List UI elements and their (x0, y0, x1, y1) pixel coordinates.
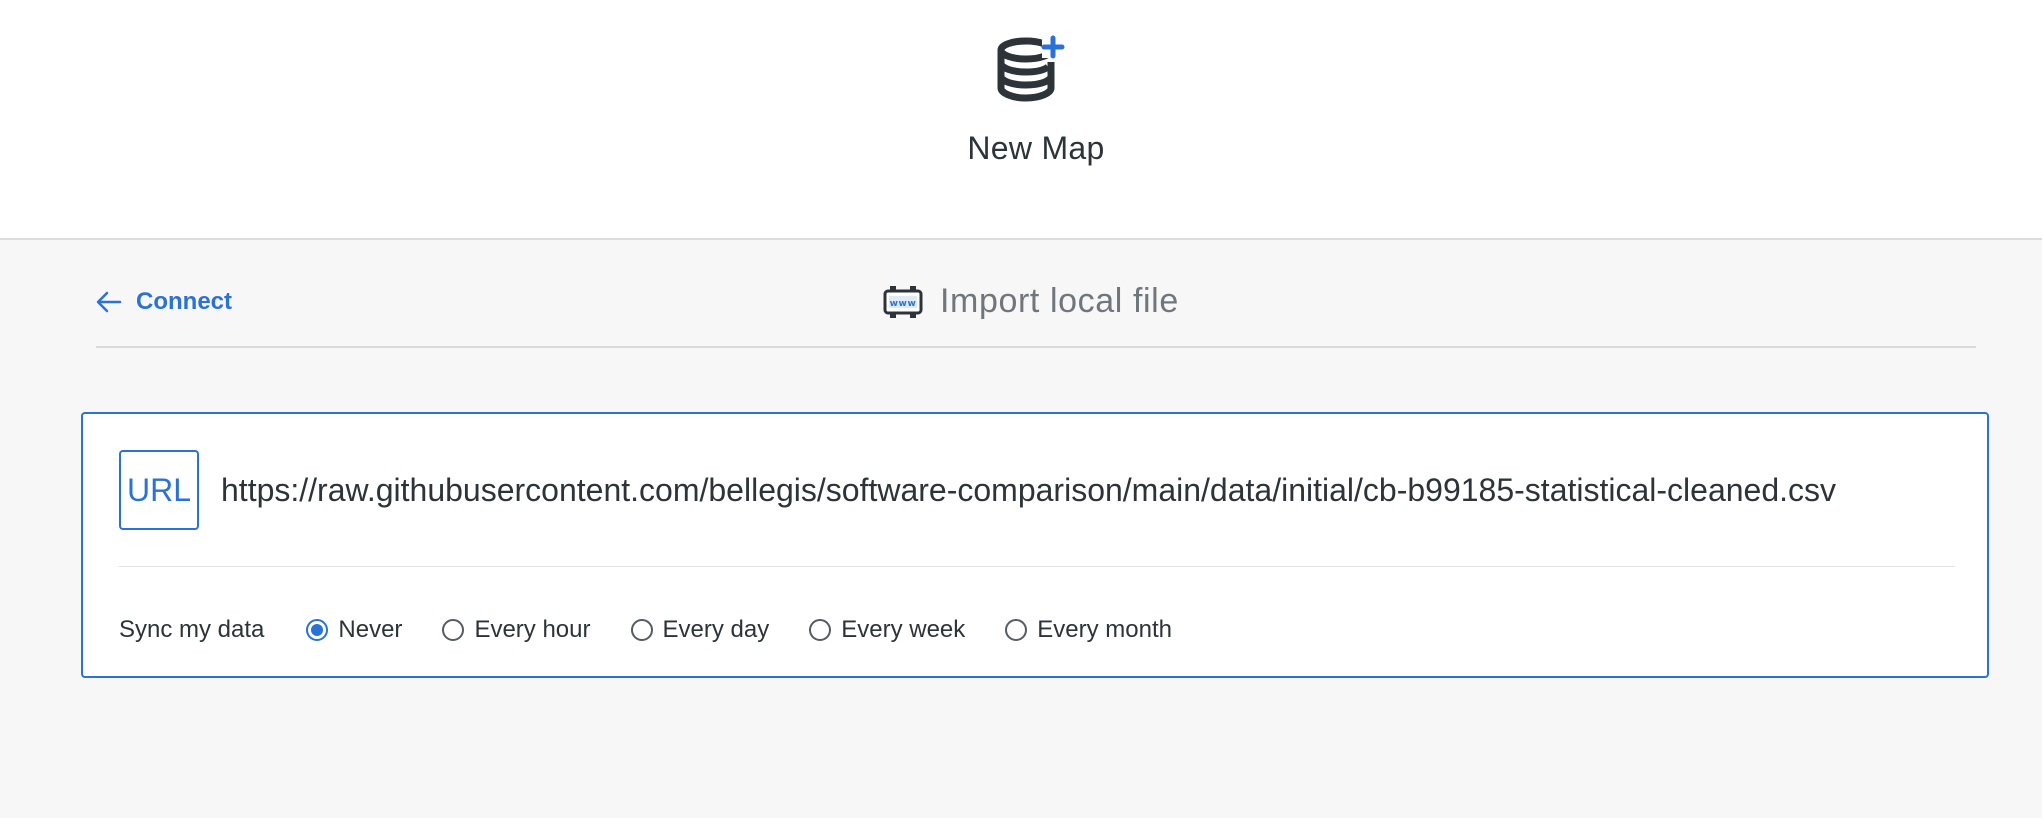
import-title: www Import local file (882, 282, 1179, 321)
radio-every-day[interactable] (630, 619, 653, 641)
radio-every-week[interactable] (809, 619, 832, 641)
back-link-label: Connect (136, 288, 232, 315)
subnav: Connect www Import local file (96, 270, 1976, 348)
radio-every-month-label: Every month (1037, 616, 1172, 643)
url-input[interactable]: https://raw.githubusercontent.com/belleg… (221, 464, 1955, 516)
radio-never-label: Never (338, 616, 403, 643)
sync-options: Sync my data Never Every hour Every day … (119, 610, 1212, 650)
svg-text:www: www (890, 299, 917, 309)
radio-every-hour[interactable] (442, 619, 465, 641)
sync-label: Sync my data (119, 616, 265, 643)
sync-option-every-day[interactable]: Every day (630, 616, 770, 644)
back-link[interactable]: Connect (96, 288, 232, 316)
radio-never[interactable] (306, 619, 329, 641)
database-plus-icon (997, 35, 1065, 102)
arrow-left-icon (96, 291, 122, 313)
sync-option-every-hour[interactable]: Every hour (442, 616, 591, 644)
sync-option-never[interactable]: Never (306, 616, 402, 644)
url-badge: URL (119, 450, 199, 530)
sync-option-every-week[interactable]: Every week (809, 616, 965, 644)
sync-option-every-month[interactable]: Every month (1005, 616, 1172, 644)
radio-every-month[interactable] (1005, 619, 1028, 641)
page-title: New Map (967, 130, 1105, 166)
radio-every-day-label: Every day (662, 616, 770, 643)
url-import-card: URL https://raw.githubusercontent.com/be… (81, 412, 1989, 678)
import-title-label: Import local file (940, 282, 1179, 320)
url-row: URL https://raw.githubusercontent.com/be… (119, 450, 1955, 567)
header: New Map (0, 0, 2042, 240)
www-icon: www (883, 285, 923, 318)
radio-every-week-label: Every week (841, 616, 966, 643)
radio-every-hour-label: Every hour (474, 616, 591, 643)
